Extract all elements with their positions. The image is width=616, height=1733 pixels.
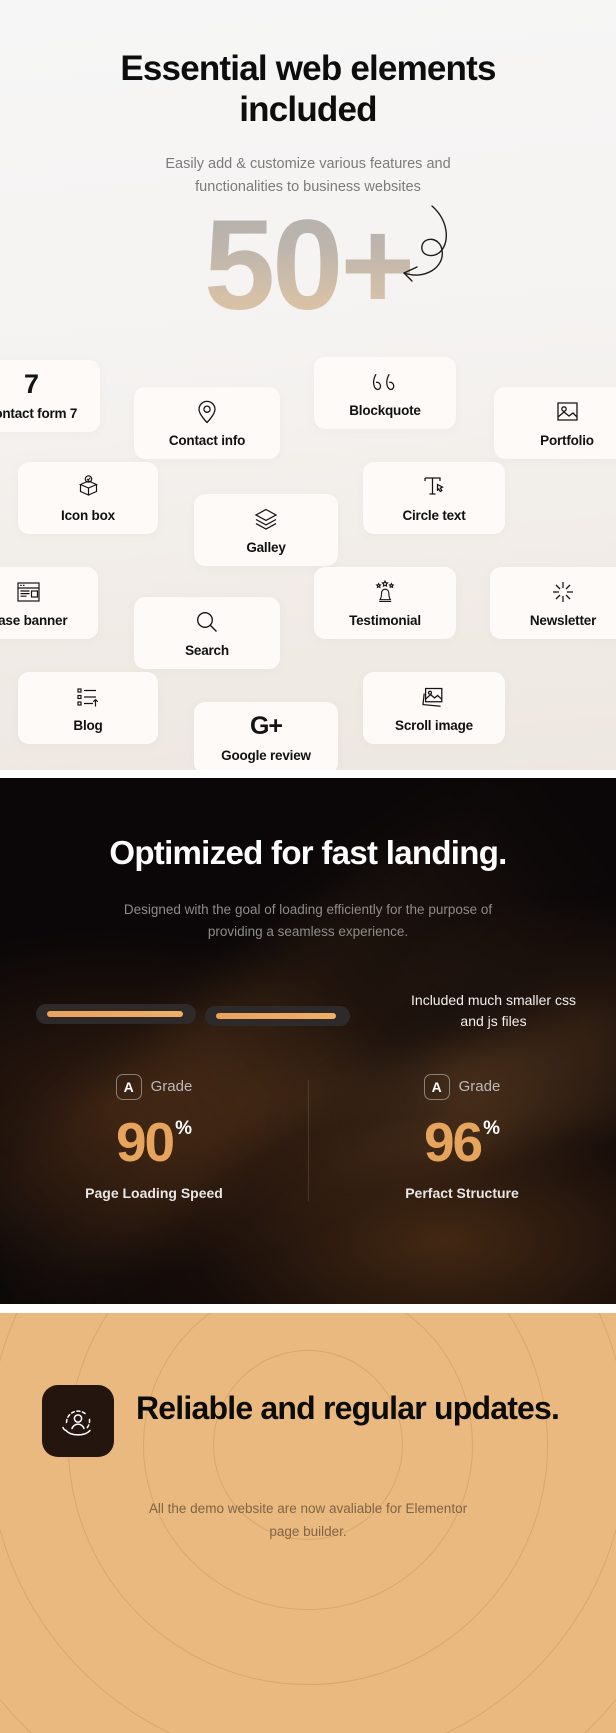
stat-page-loading-speed: A Grade 90 % Page Loading Speed bbox=[0, 1073, 308, 1205]
google-plus-icon: G+ bbox=[249, 712, 283, 740]
element-card-testimonial[interactable]: Testimonial bbox=[314, 567, 456, 639]
element-card-label: Contact info bbox=[168, 432, 246, 448]
stat-value: 96 % bbox=[308, 1110, 616, 1173]
count-display: 50+ bbox=[0, 201, 616, 338]
element-card-galley[interactable]: Galley bbox=[194, 494, 338, 566]
stat-label: Perfact Structure bbox=[405, 1185, 519, 1202]
open-box-check-icon bbox=[75, 474, 101, 500]
element-card-label: Google review bbox=[221, 747, 311, 763]
list-arrow-icon bbox=[75, 684, 101, 710]
element-card-label: Case banner bbox=[0, 612, 68, 628]
page-subtitle: Easily add & customize various features … bbox=[165, 155, 451, 196]
element-card-label: Circle text bbox=[402, 507, 466, 523]
element-card-blockquote[interactable]: Blockquote bbox=[314, 357, 456, 429]
element-card-contact-form-7[interactable]: 7 Contact form 7 bbox=[0, 360, 100, 432]
elements-card-grid: 7 Contact form 7 Contact info Blockquote bbox=[0, 352, 616, 770]
stat-label: Page Loading Speed bbox=[85, 1185, 223, 1202]
element-card-label: Search bbox=[185, 642, 229, 658]
progress-bar-one bbox=[36, 1003, 196, 1024]
portfolio-image-icon bbox=[554, 399, 580, 425]
element-card-icon-box[interactable]: Icon box bbox=[18, 462, 158, 534]
grade-badge: A bbox=[423, 1073, 450, 1100]
magnifier-icon bbox=[194, 609, 220, 635]
element-card-label: Portfolio bbox=[540, 432, 594, 448]
browser-window-icon bbox=[15, 579, 41, 605]
stat-number: 96 bbox=[423, 1110, 483, 1173]
performance-stats: A Grade 90 % Page Loading Speed A Grade … bbox=[0, 1073, 616, 1205]
element-card-label: Icon box bbox=[61, 507, 115, 523]
percent-symbol: % bbox=[483, 1117, 501, 1139]
element-card-label: Galley bbox=[246, 539, 286, 555]
updates-subtitle: All the demo website are now avaliable f… bbox=[148, 1501, 468, 1540]
stat-perfact-structure: A Grade 96 % Perfact Structure bbox=[308, 1073, 616, 1205]
performance-section: Optimized for fast landing. Designed wit… bbox=[0, 778, 616, 1304]
stacked-layers-icon bbox=[253, 506, 279, 532]
bars-note: Included much smaller css and js files bbox=[411, 991, 576, 1030]
essential-elements-section: Essential web elements included Easily a… bbox=[0, 0, 616, 770]
picture-icon bbox=[421, 684, 447, 710]
person-stars-icon bbox=[372, 579, 398, 605]
grade-badge: A bbox=[115, 1073, 142, 1100]
performance-subtitle: Designed with the goal of loading effici… bbox=[123, 901, 493, 940]
grade-label: Grade bbox=[150, 1078, 193, 1096]
element-card-label: Blog bbox=[73, 717, 103, 733]
element-card-scroll-image[interactable]: Scroll image bbox=[363, 672, 505, 744]
element-card-label: Newsletter bbox=[529, 612, 597, 628]
element-card-newsletter[interactable]: Newsletter bbox=[490, 567, 616, 639]
element-card-blog[interactable]: Blog bbox=[18, 672, 158, 744]
grade-row: A Grade bbox=[0, 1073, 308, 1100]
element-card-circle-text[interactable]: Circle text bbox=[363, 462, 505, 534]
progress-bars-row: Included much smaller css and js files bbox=[0, 992, 616, 1048]
element-card-google-review[interactable]: G+ Google review bbox=[194, 702, 338, 770]
percent-symbol: % bbox=[175, 1117, 193, 1139]
quote-marks-icon bbox=[372, 369, 398, 395]
page-title: Essential web elements included bbox=[120, 49, 496, 130]
curved-arrow-icon bbox=[403, 204, 448, 282]
stat-value: 90 % bbox=[0, 1110, 308, 1173]
map-pin-icon bbox=[194, 399, 220, 425]
element-card-label: Scroll image bbox=[395, 717, 473, 733]
progress-bar-two bbox=[205, 1005, 350, 1026]
updates-title: Reliable and regular updates. bbox=[136, 1390, 560, 1426]
element-card-contact-info[interactable]: Contact info bbox=[134, 387, 280, 459]
element-count: 50+ bbox=[0, 201, 616, 330]
element-card-case-banner[interactable]: Case banner bbox=[0, 567, 98, 639]
grade-label: Grade bbox=[458, 1078, 501, 1096]
sparkle-icon bbox=[550, 579, 576, 605]
support-agent-icon bbox=[42, 1385, 114, 1457]
number-7-icon: 7 bbox=[23, 369, 39, 399]
element-card-label: Contact form 7 bbox=[0, 405, 78, 421]
performance-title: Optimized for fast landing. bbox=[109, 834, 507, 871]
element-card-search[interactable]: Search bbox=[134, 597, 280, 669]
element-card-portfolio[interactable]: Portfolio bbox=[494, 387, 616, 459]
element-card-label: Blockquote bbox=[349, 402, 421, 418]
updates-title-row: Reliable and regular updates. bbox=[42, 1385, 574, 1457]
stat-number: 90 bbox=[115, 1110, 175, 1173]
element-card-label: Testimonial bbox=[349, 612, 421, 628]
grade-row: A Grade bbox=[308, 1073, 616, 1100]
updates-section: Reliable and regular updates. All the de… bbox=[0, 1313, 616, 1733]
text-cursor-icon bbox=[421, 474, 447, 500]
